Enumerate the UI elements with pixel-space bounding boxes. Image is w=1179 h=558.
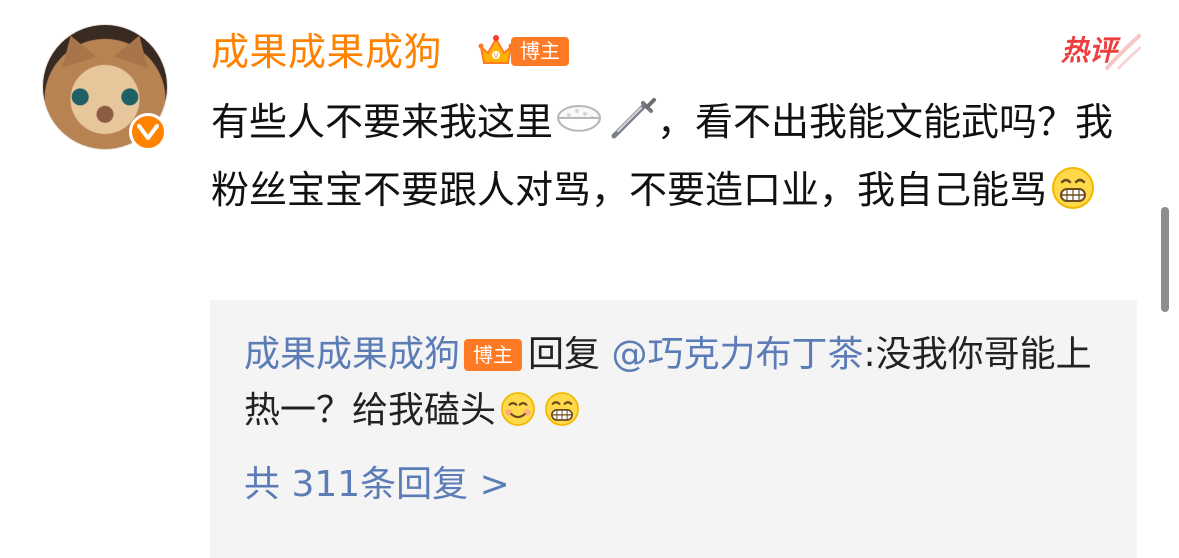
reply-word: 回复 — [528, 334, 601, 375]
grinning-face-icon — [1052, 167, 1095, 209]
cat-ear-right — [113, 30, 157, 68]
blogger-badge-label: 博主 — [511, 37, 569, 66]
reply-preview-box[interactable]: 成果成果成狗 博主 回复 @巧克力布丁茶:没我你哥能上热一？给我磕头 共 311条回… — [210, 300, 1137, 558]
hot-comment-label: 热评 — [1061, 34, 1118, 67]
reply-text: 成果成果成狗 博主 回复 @巧克力布丁茶:没我你哥能上热一？给我磕头 — [244, 327, 1104, 439]
svg-text:V: V — [494, 53, 499, 60]
crown-icon: V — [478, 35, 514, 64]
reply-target-user[interactable]: @巧克力布丁茶 — [611, 334, 863, 375]
username[interactable]: 成果成果成狗 — [211, 28, 442, 76]
reply-username[interactable]: 成果成果成狗 — [244, 334, 460, 375]
reply-blogger-badge: 博主 — [464, 339, 523, 371]
smiling-face-icon — [501, 392, 535, 426]
sword-icon — [611, 98, 657, 139]
verified-icon — [129, 113, 167, 151]
blogger-badge: V 博主 — [477, 33, 571, 69]
comment-text-part-1: 有些人不要来我这里 — [211, 100, 554, 144]
rice-bowl-icon — [556, 105, 602, 132]
scrollbar[interactable] — [1161, 207, 1169, 312]
grinning-face-icon — [545, 392, 579, 426]
comment-text: 有些人不要来我这里 ，看不出我能文能武吗？我粉丝宝宝不要跟人对骂，不要造口业，我… — [211, 88, 1121, 224]
view-replies-link[interactable]: 共 311条回复 > — [244, 459, 510, 511]
hot-comment-tag: 热评 — [1061, 28, 1141, 72]
cat-ear-left — [53, 30, 97, 68]
